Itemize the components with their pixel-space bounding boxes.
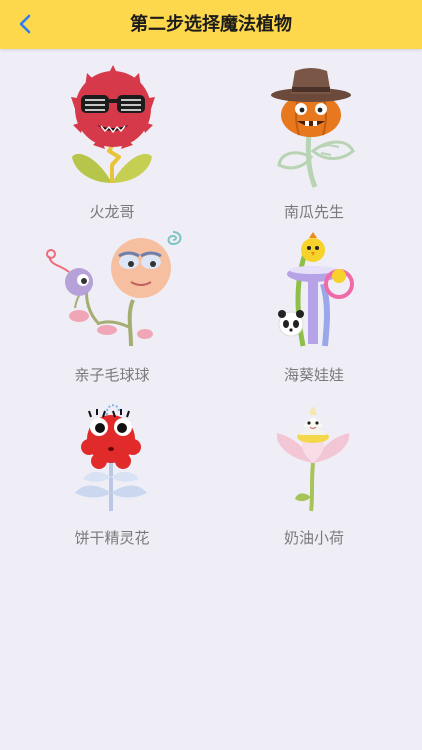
plant-cookie-fairy-image (75, 404, 147, 511)
plant-name: 南瓜先生 (283, 203, 344, 221)
plant-card-cream-lotus[interactable]: 奶油小荷 (229, 387, 399, 547)
plant-name: 海葵娃娃 (283, 366, 344, 384)
plant-card-fluffy-balls[interactable]: 亲子毛球球 (27, 224, 197, 384)
plant-card-anemone-doll[interactable]: 海葵娃娃 (229, 224, 399, 384)
plant-mr-pumpkin-image (271, 68, 355, 188)
plant-name: 火龙哥 (89, 203, 135, 221)
plant-name: 奶油小荷 (283, 529, 344, 547)
plant-cream-lotus-image (276, 407, 350, 512)
page-title: 第二步选择魔法植物 (130, 14, 292, 35)
plant-fluffy-balls-image (46, 231, 182, 347)
plant-fire-dragon-image (71, 65, 155, 183)
plant-card-cookie-fairy[interactable]: 饼干精灵花 (27, 387, 197, 547)
plant-anemone-doll-image (278, 232, 354, 347)
plant-card-fire-dragon[interactable]: 火龙哥 (27, 61, 197, 221)
nav-bar: 第二步选择魔法植物 (0, 0, 422, 49)
plant-name: 饼干精灵花 (74, 529, 150, 547)
plant-name: 亲子毛球球 (74, 366, 150, 384)
plant-card-mr-pumpkin[interactable]: 南瓜先生 (229, 61, 399, 221)
